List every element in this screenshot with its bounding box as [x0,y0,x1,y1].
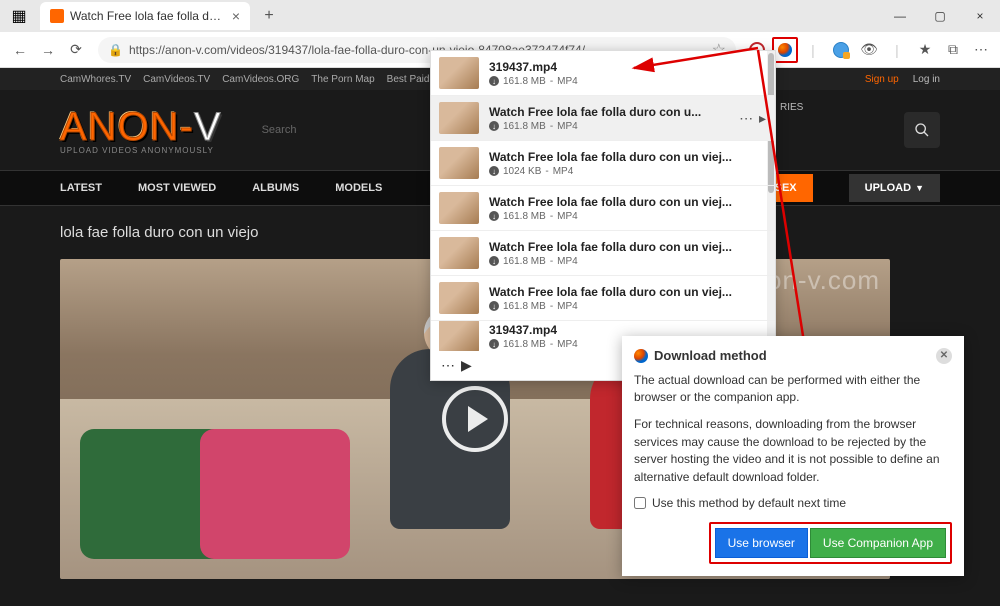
download-item[interactable]: 319437.mp4 ↓161.8 MB - MP4 [431,51,775,96]
nav-most-viewed[interactable]: MOST VIEWED [138,182,216,194]
downloader-icon [634,349,648,363]
top-link[interactable]: CamWhores.TV [60,74,131,85]
browser-menu-button[interactable]: ⋯ [968,37,994,63]
window-maximize-button[interactable]: ▢ [920,0,960,32]
nav-models[interactable]: MODELS [335,182,382,194]
tab-title: Watch Free lola fae folla duro co… [70,9,226,23]
favorites-button[interactable]: ★ [912,37,938,63]
download-arrow-icon: ↓ [489,121,499,131]
download-item[interactable]: Watch Free lola fae folla duro con un vi… [431,231,775,276]
nav-reload-button[interactable]: ⟳ [62,36,90,64]
site-logo[interactable]: ANON-V UPLOAD VIDEOS ANONYMOUSLY [60,105,222,155]
use-browser-button[interactable]: Use browser [715,528,808,558]
tab-favicon [50,9,64,23]
download-arrow-icon: ↓ [489,76,499,86]
download-item[interactable]: Watch Free lola fae folla duro con un vi… [431,186,775,231]
nav-back-button[interactable]: ← [6,36,34,64]
categories-label-partial[interactable]: RIES [780,102,803,113]
download-title: Watch Free lola fae folla duro con un vi… [489,195,767,209]
popup-heading: Download method [654,348,767,363]
window-titlebar: ▦ Watch Free lola fae folla duro co… × +… [0,0,1000,32]
download-item[interactable]: Watch Free lola fae folla duro con u... … [431,96,775,141]
download-item[interactable]: Watch Free lola fae folla duro con un vi… [431,141,775,186]
use-companion-app-button[interactable]: Use Companion App [810,528,946,558]
checkbox-input[interactable] [634,497,646,509]
download-thumbnail [439,321,479,351]
download-arrow-icon: ↓ [489,256,499,266]
browser-tab[interactable]: Watch Free lola fae folla duro co… × [40,2,250,30]
play-icon [468,406,488,432]
nav-forward-button[interactable]: → [34,36,62,64]
search-icon[interactable] [904,112,940,148]
nav-latest[interactable]: LATEST [60,182,102,194]
top-link[interactable]: The Porn Map [311,74,374,85]
extension-separator-2: | [884,37,910,63]
download-arrow-icon: ↓ [489,211,499,221]
checkbox-label: Use this method by default next time [652,496,846,510]
new-tab-button[interactable]: + [256,7,282,25]
extension-separator: | [800,37,826,63]
download-footer-more-icon[interactable]: ⋯ [441,357,455,374]
play-button[interactable] [442,386,508,452]
chevron-down-icon: ▼ [915,183,924,193]
download-thumbnail [439,102,479,134]
download-title: 319437.mp4 [489,60,767,74]
window-minimize-button[interactable]: — [880,0,920,32]
download-thumbnail [439,192,479,224]
download-list-dropdown: 319437.mp4 ↓161.8 MB - MP4 Watch Free lo… [430,50,776,381]
download-arrow-icon: ↓ [489,301,499,311]
top-link[interactable]: CamVideos.ORG [222,74,299,85]
download-arrow-icon: ↓ [489,339,499,349]
nav-upload-button[interactable]: UPLOAD▼ [849,174,940,202]
download-thumbnail [439,147,479,179]
download-title: Watch Free lola fae folla duro con un vi… [489,150,767,164]
top-link[interactable]: CamVideos.TV [143,74,210,85]
download-thumbnail [439,237,479,269]
login-link[interactable]: Log in [913,74,940,85]
lock-icon: 🔒 [108,43,123,57]
popup-close-button[interactable]: ✕ [936,348,952,364]
app-menu-icon[interactable]: ▦ [6,3,32,29]
search-input[interactable]: Search [262,124,297,136]
nav-albums[interactable]: ALBUMS [252,182,299,194]
signup-link[interactable]: Sign up [865,74,899,85]
download-title: Watch Free lola fae folla duro con u... [489,105,767,119]
download-item-more-icon[interactable]: ⋯ ▸ [739,110,767,127]
download-thumbnail [439,282,479,314]
extension-eye-icon[interactable]: 👁 [856,37,882,63]
download-title: Watch Free lola fae folla duro con un vi… [489,240,767,254]
popup-paragraph: For technical reasons, downloading from … [634,416,952,486]
video-scene [200,429,350,559]
popup-paragraph: The actual download can be performed wit… [634,372,952,407]
tab-close-icon[interactable]: × [232,8,240,24]
download-item[interactable]: Watch Free lola fae folla duro con un vi… [431,276,775,321]
download-arrow-icon: ↓ [489,166,499,176]
download-title: 319437.mp4 [489,323,767,337]
collections-button[interactable]: ⧉ [940,37,966,63]
download-title: Watch Free lola fae folla duro con un vi… [489,285,767,299]
extension-blue-icon[interactable] [828,37,854,63]
logo-subtitle: UPLOAD VIDEOS ANONYMOUSLY [60,146,222,155]
download-method-popup: Download method ✕ The actual download ca… [622,336,964,576]
download-footer-play-icon[interactable]: ▶ [461,357,472,374]
window-close-button[interactable]: × [960,0,1000,32]
download-thumbnail [439,57,479,89]
default-method-checkbox[interactable]: Use this method by default next time [634,496,952,510]
